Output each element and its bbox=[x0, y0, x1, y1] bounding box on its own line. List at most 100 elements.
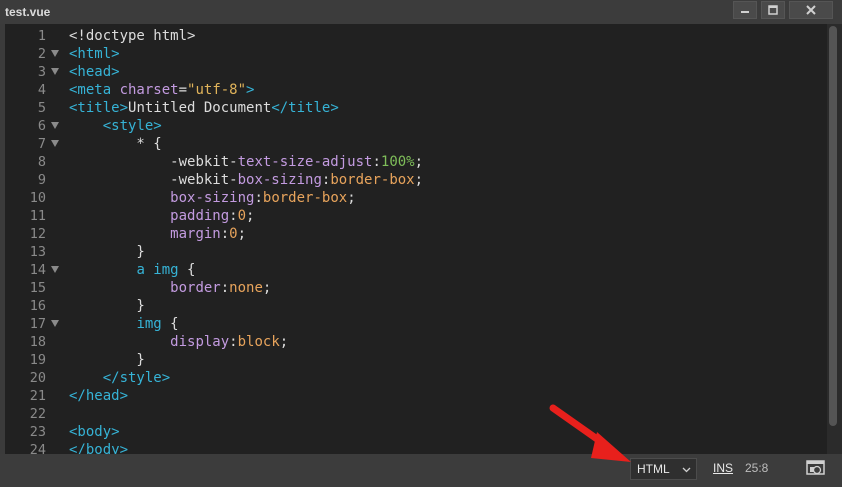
code-token: <head> bbox=[69, 64, 120, 80]
code-token: * { bbox=[69, 136, 162, 152]
language-select[interactable]: HTML bbox=[630, 458, 697, 480]
fold-arrow-icon[interactable] bbox=[51, 122, 59, 129]
code-token: -webkit- bbox=[170, 172, 238, 188]
fold-arrow-icon[interactable] bbox=[51, 266, 59, 273]
code-token: </body> bbox=[69, 442, 129, 454]
fold-arrow-icon[interactable] bbox=[51, 50, 59, 57]
code-line[interactable]: 24 </body> bbox=[5, 441, 827, 454]
code-line[interactable]: 9 -webkit-box-sizing:border-box; bbox=[5, 171, 827, 189]
live-preview-button[interactable] bbox=[806, 460, 826, 478]
code-line[interactable]: 1 <!doctype html> bbox=[5, 27, 827, 45]
code-line[interactable]: 10 box-sizing:border-box; bbox=[5, 189, 827, 207]
line-number: 9 bbox=[37, 172, 46, 188]
line-code: <body> bbox=[69, 423, 120, 441]
fold-arrow-icon[interactable] bbox=[51, 320, 59, 327]
line-code: * { bbox=[69, 135, 162, 153]
close-button[interactable] bbox=[789, 1, 833, 19]
code-line[interactable]: 12 margin:0; bbox=[5, 225, 827, 243]
line-code: margin:0; bbox=[69, 225, 246, 243]
code-line[interactable]: 23 <body> bbox=[5, 423, 827, 441]
line-number: 12 bbox=[29, 226, 46, 242]
code-token: ; bbox=[279, 334, 289, 350]
line-number: 19 bbox=[29, 352, 46, 368]
code-token: { bbox=[178, 262, 196, 278]
code-line[interactable]: 20 </style> bbox=[5, 369, 827, 387]
code-line[interactable]: 21 </head> bbox=[5, 387, 827, 405]
line-number: 10 bbox=[29, 190, 46, 206]
code-line[interactable]: 15 border:none; bbox=[5, 279, 827, 297]
code-token: <body> bbox=[69, 424, 120, 440]
insert-mode-toggle[interactable]: INS bbox=[713, 461, 733, 475]
code-token: box-sizing bbox=[170, 190, 255, 206]
line-number: 22 bbox=[29, 406, 46, 422]
code-line[interactable]: 14 a img { bbox=[5, 261, 827, 279]
line-number: 1 bbox=[37, 28, 46, 44]
code-line[interactable]: 13 } bbox=[5, 243, 827, 261]
code-line[interactable]: 16 } bbox=[5, 297, 827, 315]
code-line[interactable]: 5 <title>Untitled Document</title> bbox=[5, 99, 827, 117]
code-token: ; bbox=[347, 190, 356, 206]
code-token: 100% bbox=[380, 154, 415, 170]
title-bar: test.vue bbox=[0, 0, 842, 24]
code-line[interactable]: 7 * { bbox=[5, 135, 827, 153]
line-number: 18 bbox=[29, 334, 46, 350]
code-token: ; bbox=[414, 154, 424, 170]
minimize-button[interactable] bbox=[733, 1, 757, 19]
code-line[interactable]: 6 <style> bbox=[5, 117, 827, 135]
line-code: -webkit-box-sizing:border-box; bbox=[69, 171, 423, 189]
code-token: charset bbox=[119, 82, 179, 98]
line-number: 6 bbox=[37, 118, 46, 134]
code-line[interactable]: 18 display:block; bbox=[5, 333, 827, 351]
fold-arrow-icon[interactable] bbox=[51, 140, 59, 147]
code-token: Untitled Document bbox=[128, 100, 272, 116]
fold-arrow-icon[interactable] bbox=[51, 68, 59, 75]
code-token: display bbox=[170, 334, 230, 350]
code-line[interactable]: 11 padding:0; bbox=[5, 207, 827, 225]
code-line[interactable]: 8 -webkit-text-size-adjust:100%; bbox=[5, 153, 827, 171]
line-code: <title>Untitled Document</title> bbox=[69, 99, 339, 117]
code-token: { bbox=[161, 316, 179, 332]
vertical-scrollbar[interactable] bbox=[827, 24, 842, 454]
line-number: 21 bbox=[29, 388, 46, 404]
code-token: img bbox=[136, 316, 162, 332]
line-number: 7 bbox=[37, 136, 46, 152]
code-token: : bbox=[220, 280, 230, 296]
line-number: 11 bbox=[29, 208, 46, 224]
code-token: ; bbox=[262, 280, 272, 296]
code-token: ; bbox=[246, 208, 255, 224]
line-code: border:none; bbox=[69, 279, 271, 297]
code-token: <style> bbox=[102, 118, 162, 134]
code-editor[interactable]: 1 <!doctype html> 2 <html> 3 <head> 4 <meta cha… bbox=[5, 24, 827, 454]
code-line[interactable]: 3 <head> bbox=[5, 63, 827, 81]
line-code: display:block; bbox=[69, 333, 288, 351]
code-token: ; bbox=[237, 226, 247, 242]
code-token: <title> bbox=[69, 100, 129, 116]
maximize-button[interactable] bbox=[761, 1, 785, 19]
code-line[interactable]: 19 } bbox=[5, 351, 827, 369]
code-token: ; bbox=[414, 172, 424, 188]
chevron-down-icon bbox=[682, 467, 691, 473]
minimize-icon bbox=[741, 11, 749, 13]
code-token: padding bbox=[170, 208, 230, 224]
code-token: = bbox=[178, 82, 188, 98]
line-code: <html> bbox=[69, 45, 120, 63]
code-line[interactable]: 2 <html> bbox=[5, 45, 827, 63]
line-code: } bbox=[69, 297, 145, 315]
code-line[interactable]: 4 <meta charset="utf-8"> bbox=[5, 81, 827, 99]
code-token: border-box bbox=[330, 172, 415, 188]
code-line[interactable]: 17 img { bbox=[5, 315, 827, 333]
line-code: a img { bbox=[69, 261, 195, 279]
scrollbar-thumb[interactable] bbox=[829, 26, 837, 426]
code-token: } bbox=[69, 298, 145, 314]
code-line[interactable]: 22 bbox=[5, 405, 827, 423]
line-number: 17 bbox=[29, 316, 46, 332]
line-code: <head> bbox=[69, 63, 120, 81]
line-code: padding:0; bbox=[69, 207, 254, 225]
code-token: -webkit- bbox=[170, 154, 238, 170]
code-token: 0 bbox=[237, 208, 247, 224]
